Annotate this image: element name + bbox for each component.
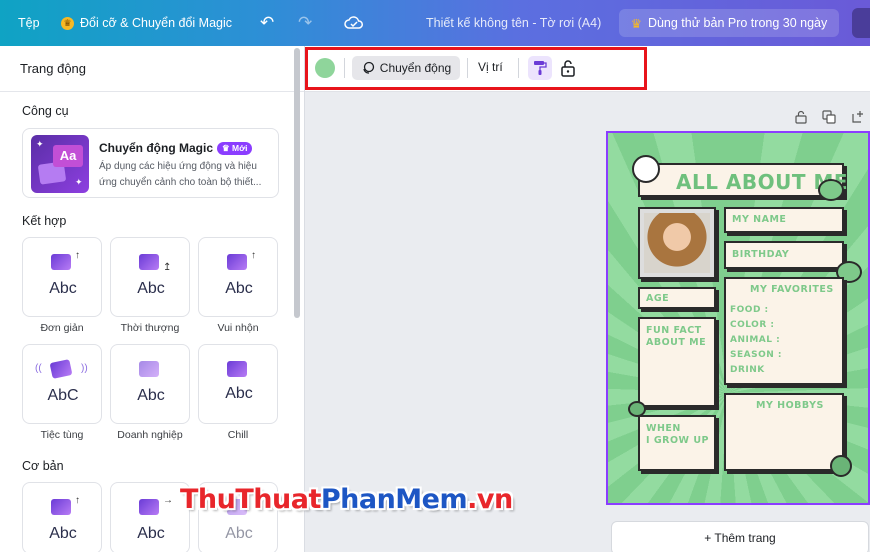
tile-label: Thời thượng xyxy=(120,322,180,334)
tile-preview-text: Abc xyxy=(137,387,165,404)
flower-sticker[interactable] xyxy=(632,155,660,183)
design-page[interactable]: ALL ABOUT ME MY NAME BIRTHDAY AGE MY FAV… xyxy=(606,131,870,505)
combo-heading: Kết hợp xyxy=(22,214,67,228)
arrow-right-icon: → xyxy=(163,495,173,506)
crown-icon: ♛ xyxy=(61,16,74,30)
birthday-label[interactable]: BIRTHDAY xyxy=(732,249,789,260)
magic-animate-title-text: Chuyển động Magic xyxy=(99,141,213,155)
animation-tile-chill[interactable]: Abc xyxy=(198,344,278,424)
favorites-label[interactable]: MY FAVORITES xyxy=(750,284,834,295)
file-menu[interactable]: Tệp xyxy=(18,0,40,46)
magic-animate-thumbnail: Aa ✦ ✦ xyxy=(31,135,89,193)
text-aa-icon: Aa xyxy=(53,145,83,167)
animation-tile-basic-1[interactable]: ↑ Abc xyxy=(22,482,102,552)
tile-label: Vui nhộn xyxy=(217,322,259,334)
animation-tile-basic-2[interactable]: → Abc xyxy=(110,482,190,552)
user-avatar[interactable] xyxy=(852,8,870,38)
image-icon xyxy=(139,361,159,377)
tile-preview-text: Abc xyxy=(49,280,77,297)
image-icon xyxy=(51,254,71,270)
tile-preview-text: Abc xyxy=(225,280,253,297)
tile-label: Chill xyxy=(227,429,249,441)
animation-tile-party[interactable]: (( )) AbC xyxy=(22,344,102,424)
try-pro-label: Dùng thử bản Pro trong 30 ngày xyxy=(647,16,828,30)
sparkle-icon: ✦ xyxy=(75,177,83,187)
spiky-sticker[interactable] xyxy=(830,455,852,477)
top-bar: Tệp ♛ Đổi cỡ & Chuyển đổi Magic ↶ ↷ Thiế… xyxy=(0,0,870,46)
panel-scrollbar[interactable] xyxy=(294,48,300,318)
basic-heading: Cơ bản xyxy=(22,459,64,473)
watermark-part: .vn xyxy=(467,484,513,515)
green-blob-sticker[interactable] xyxy=(818,179,844,201)
image-icon xyxy=(139,499,159,515)
panel-title: Trang động xyxy=(0,46,304,92)
favorite-item: DRINK xyxy=(730,365,765,375)
highlight-frame xyxy=(305,47,647,90)
fun-fact-label[interactable]: FUN FACT ABOUT ME xyxy=(646,325,706,349)
document-title[interactable]: Thiết kế không tên - Tờ rơi (A4) xyxy=(426,0,601,46)
tile-preview-text: Abc xyxy=(137,280,165,297)
image-icon xyxy=(227,254,247,270)
animation-tile-simple[interactable]: ↑ Abc xyxy=(22,237,102,317)
magic-animate-title: Chuyển động Magic ♛ Mới xyxy=(99,141,253,155)
try-pro-button[interactable]: ♛ Dùng thử bản Pro trong 30 ngày xyxy=(619,9,839,37)
tile-label: Tiệc tùng xyxy=(40,429,84,441)
tile-label: Đơn giản xyxy=(40,322,84,334)
photo-frame[interactable] xyxy=(638,207,716,279)
image-icon xyxy=(227,361,247,377)
tile-preview-text: Abc xyxy=(49,525,77,542)
crown-icon: ♛ xyxy=(630,16,642,31)
arrow-up-icon: ↑ xyxy=(251,250,256,261)
tile-preview-text: Abc xyxy=(225,385,253,402)
redo-icon[interactable]: ↷ xyxy=(298,0,312,46)
tile-label: Doanh nghiệp xyxy=(117,429,183,441)
tile-preview-text: AbC xyxy=(47,387,79,404)
favorite-item: COLOR : xyxy=(730,320,775,330)
age-label[interactable]: AGE xyxy=(646,293,669,304)
arrow-up-icon: ↑ xyxy=(75,495,80,506)
green-blob-sticker[interactable] xyxy=(628,401,646,417)
crown-icon: ♛ xyxy=(222,142,232,153)
undo-icon[interactable]: ↶ xyxy=(260,0,274,46)
tile-preview-text: Abc xyxy=(225,525,253,542)
add-page-icon[interactable] xyxy=(851,110,865,124)
cloud-saved-icon[interactable] xyxy=(344,0,364,46)
animation-tile-business[interactable]: Abc xyxy=(110,344,190,424)
lock-page-icon[interactable] xyxy=(794,110,808,124)
wave-icon: (( xyxy=(35,363,42,374)
tools-heading: Công cụ xyxy=(22,104,69,118)
magic-resize-button[interactable]: ♛ Đổi cỡ & Chuyển đổi Magic xyxy=(61,0,232,46)
animation-tile-trendy[interactable]: ↥ Abc xyxy=(110,237,190,317)
arrow-up-icon: ↑ xyxy=(75,250,80,261)
file-label: Tệp xyxy=(18,16,40,30)
favorite-item: FOOD : xyxy=(730,305,769,315)
sparkle-icon: ✦ xyxy=(36,139,44,149)
image-icon xyxy=(139,254,159,270)
arrow-up-icon: ↥ xyxy=(163,262,172,273)
name-label[interactable]: MY NAME xyxy=(732,214,786,225)
new-badge-text: Mới xyxy=(231,142,248,153)
wave-icon: )) xyxy=(81,363,88,374)
document-title-text: Thiết kế không tên - Tờ rơi (A4) xyxy=(426,16,602,30)
duplicate-page-icon[interactable] xyxy=(822,110,836,124)
animation-tile-fun[interactable]: ↑ Abc xyxy=(198,237,278,317)
new-badge: ♛ Mới xyxy=(217,141,253,155)
image-icon xyxy=(49,359,73,379)
favorites-list[interactable]: FOOD : COLOR : ANIMAL : SEASON : DRINK xyxy=(730,303,782,378)
tile-preview-text: Abc xyxy=(137,525,165,542)
image-icon xyxy=(51,499,71,515)
magic-animate-card[interactable]: Aa ✦ ✦ Chuyển động Magic ♛ Mới Áp dụng c… xyxy=(22,128,279,198)
magic-animate-description: Áp dụng các hiệu ứng động và hiệu ứng ch… xyxy=(99,161,262,188)
add-page-button[interactable]: + Thêm trang xyxy=(611,521,869,552)
hobbys-label[interactable]: MY HOBBYS xyxy=(756,400,824,411)
watermark-logo: ThuThuatPhanMem.vn xyxy=(180,484,513,515)
watermark-part: ThuThuat xyxy=(180,484,321,515)
add-page-label: + Thêm trang xyxy=(704,531,776,545)
portrait-photo xyxy=(644,213,710,273)
favorite-item: SEASON : xyxy=(730,350,782,360)
favorite-item: ANIMAL : xyxy=(730,335,781,345)
magic-resize-label: Đổi cỡ & Chuyển đổi Magic xyxy=(80,16,233,30)
watermark-part: PhanMem xyxy=(320,484,468,515)
grow-up-label[interactable]: WHEN I GROW UP xyxy=(646,423,709,447)
